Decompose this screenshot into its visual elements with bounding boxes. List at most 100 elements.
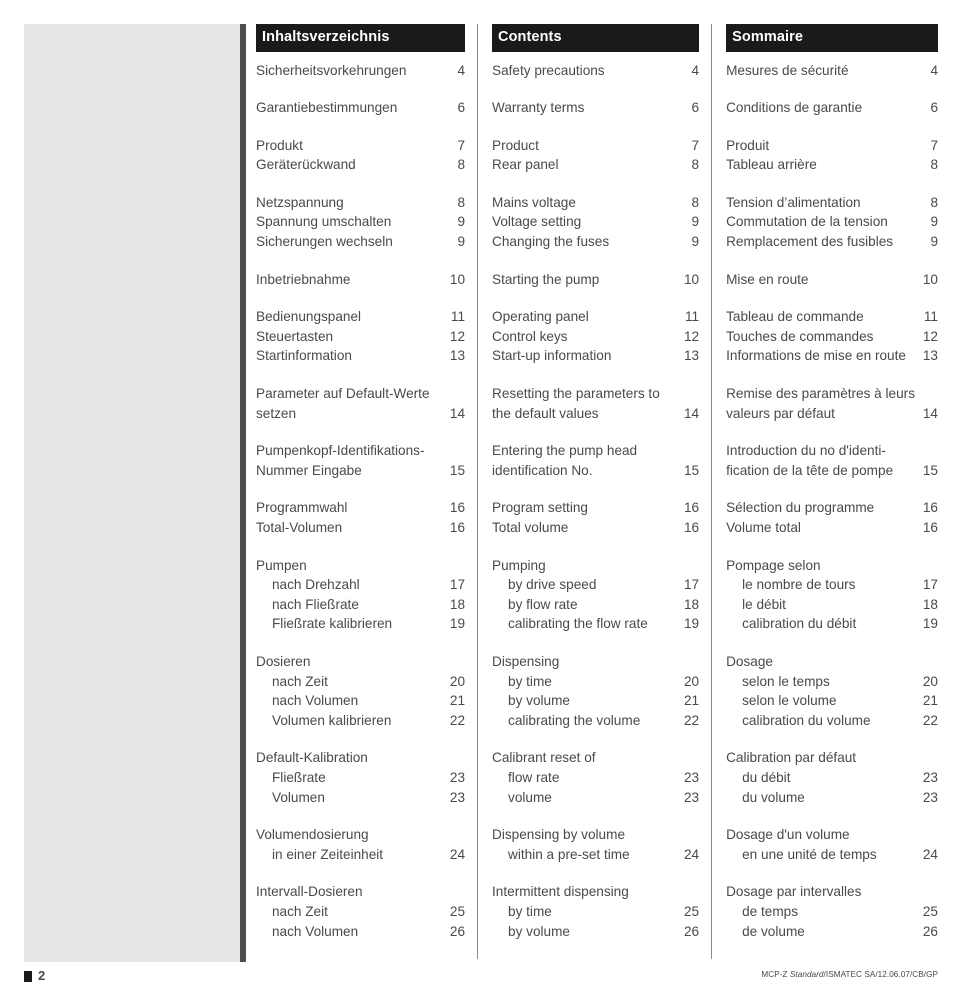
toc-entry[interactable]: Tableau de commande 11 (726, 307, 938, 327)
toc-entry[interactable]: the default values 14 (492, 404, 699, 424)
toc-entry[interactable]: nach Volumen 21 (256, 691, 465, 711)
toc-entry[interactable]: flow rate 23 (492, 768, 699, 788)
toc-entry[interactable]: Sicherheitsvorkehrungen 4 (256, 61, 465, 81)
toc-entry[interactable]: Operating panel 11 (492, 307, 699, 327)
toc-entry[interactable]: by volume 21 (492, 691, 699, 711)
toc-entry[interactable]: Fließrate 23 (256, 768, 465, 788)
toc-entry[interactable]: Resetting the parameters to (492, 384, 699, 404)
toc-entry[interactable]: Sicherungen wechseln 9 (256, 232, 465, 252)
toc-entry[interactable]: Informations de mise en route 13 (726, 346, 938, 366)
toc-entry[interactable]: Total volume 16 (492, 518, 699, 538)
toc-entry[interactable]: calibration du débit 19 (726, 614, 938, 634)
toc-entry[interactable]: Volumendosierung (256, 825, 465, 845)
toc-entry[interactable]: Total-Volumen 16 (256, 518, 465, 538)
toc-entry[interactable]: nach Zeit 20 (256, 672, 465, 692)
toc-entry[interactable]: le débit 18 (726, 595, 938, 615)
toc-entry[interactable]: Dosage (726, 652, 938, 672)
toc-entry[interactable]: du débit 23 (726, 768, 938, 788)
toc-entry[interactable]: volume 23 (492, 788, 699, 808)
toc-entry[interactable]: Default-Kalibration (256, 748, 465, 768)
toc-entry[interactable]: Conditions de garantie 6 (726, 98, 938, 118)
toc-entry[interactable]: in einer Zeiteinheit 24 (256, 845, 465, 865)
toc-entry[interactable]: Voltage setting 9 (492, 212, 699, 232)
toc-entry[interactable]: Safety precautions 4 (492, 61, 699, 81)
toc-entry[interactable]: Mains voltage 8 (492, 193, 699, 213)
toc-entry[interactable]: Nummer Eingabe 15 (256, 461, 465, 481)
toc-entry[interactable]: within a pre-set time 24 (492, 845, 699, 865)
toc-entry[interactable]: de volume 26 (726, 922, 938, 942)
toc-entry[interactable]: setzen 14 (256, 404, 465, 424)
toc-entry[interactable]: Dosage par intervalles (726, 882, 938, 902)
toc-entry[interactable]: Sélection du programme 16 (726, 498, 938, 518)
toc-entry[interactable]: identification No. 15 (492, 461, 699, 481)
toc-entry[interactable]: Dosieren (256, 652, 465, 672)
toc-entry[interactable]: Volumen 23 (256, 788, 465, 808)
toc-entry[interactable]: Produkt 7 (256, 136, 465, 156)
toc-entry[interactable]: selon le volume 21 (726, 691, 938, 711)
toc-entry[interactable]: Calibration par défaut (726, 748, 938, 768)
toc-entry[interactable]: by volume 26 (492, 922, 699, 942)
toc-entry[interactable]: Tension d’alimentation 8 (726, 193, 938, 213)
toc-entry[interactable]: Pumpenkopf-Identifikations- (256, 441, 465, 461)
toc-entry[interactable]: Volume total 16 (726, 518, 938, 538)
toc-entry[interactable]: nach Zeit 25 (256, 902, 465, 922)
toc-entry[interactable]: Starting the pump 10 (492, 270, 699, 290)
toc-entry[interactable]: by flow rate 18 (492, 595, 699, 615)
toc-entry[interactable]: Parameter auf Default-Werte (256, 384, 465, 404)
toc-entry[interactable]: Mise en route 10 (726, 270, 938, 290)
toc-entry[interactable]: Remise des paramètres à leurs (726, 384, 938, 404)
toc-entry[interactable]: by time 20 (492, 672, 699, 692)
toc-group: Calibration par défaut du débit 23 du volum… (726, 748, 938, 807)
toc-entry[interactable]: valeurs par défaut 14 (726, 404, 938, 424)
toc-entry[interactable]: Spannung umschalten 9 (256, 212, 465, 232)
toc-entry[interactable]: Program setting 16 (492, 498, 699, 518)
toc-entry[interactable]: Remplacement des fusibles 9 (726, 232, 938, 252)
toc-entry[interactable]: Fließrate kalibrieren 19 (256, 614, 465, 634)
toc-entry[interactable]: Calibrant reset of (492, 748, 699, 768)
toc-entry[interactable]: Mesures de sécurité 4 (726, 61, 938, 81)
toc-entry[interactable]: Rear panel 8 (492, 155, 699, 175)
toc-entry[interactable]: Introduction du no d'identi- (726, 441, 938, 461)
toc-entry[interactable]: en une unité de temps 24 (726, 845, 938, 865)
toc-entry[interactable]: Produit 7 (726, 136, 938, 156)
toc-entry[interactable]: selon le temps 20 (726, 672, 938, 692)
toc-entry[interactable]: nach Volumen 26 (256, 922, 465, 942)
toc-entry[interactable]: by time 25 (492, 902, 699, 922)
toc-entry[interactable]: Tableau arrière 8 (726, 155, 938, 175)
toc-entry[interactable]: Product 7 (492, 136, 699, 156)
toc-entry[interactable]: Commutation de la tension 9 (726, 212, 938, 232)
toc-entry[interactable]: Changing the fuses 9 (492, 232, 699, 252)
toc-entry[interactable]: de temps 25 (726, 902, 938, 922)
toc-entry[interactable]: Start-up information 13 (492, 346, 699, 366)
toc-entry[interactable]: Geräterückwand 8 (256, 155, 465, 175)
toc-entry[interactable]: Pumpen (256, 556, 465, 576)
toc-entry[interactable]: Pumping (492, 556, 699, 576)
toc-entry[interactable]: Steuertasten 12 (256, 327, 465, 347)
toc-entry[interactable]: du volume 23 (726, 788, 938, 808)
toc-entry[interactable]: Programmwahl 16 (256, 498, 465, 518)
toc-entry[interactable]: Dispensing (492, 652, 699, 672)
toc-entry[interactable]: Touches de commandes 12 (726, 327, 938, 347)
toc-entry[interactable]: Startinformation 13 (256, 346, 465, 366)
toc-entry[interactable]: nach Fließrate 18 (256, 595, 465, 615)
toc-entry[interactable]: Garantiebestimmungen 6 (256, 98, 465, 118)
toc-entry[interactable]: Volumen kalibrieren 22 (256, 711, 465, 731)
toc-entry[interactable]: fication de la tête de pompe 15 (726, 461, 938, 481)
toc-entry[interactable]: Netzspannung 8 (256, 193, 465, 213)
toc-entry[interactable]: calibrating the flow rate 19 (492, 614, 699, 634)
toc-entry[interactable]: Entering the pump head (492, 441, 699, 461)
toc-entry[interactable]: Inbetriebnahme 10 (256, 270, 465, 290)
toc-entry[interactable]: Intervall-Dosieren (256, 882, 465, 902)
toc-entry[interactable]: Bedienungspanel 11 (256, 307, 465, 327)
toc-entry[interactable]: by drive speed 17 (492, 575, 699, 595)
toc-entry[interactable]: Pompage selon (726, 556, 938, 576)
toc-entry[interactable]: Dosage d'un volume (726, 825, 938, 845)
toc-entry[interactable]: Warranty terms 6 (492, 98, 699, 118)
toc-entry[interactable]: le nombre de tours 17 (726, 575, 938, 595)
toc-entry[interactable]: nach Drehzahl 17 (256, 575, 465, 595)
toc-entry[interactable]: calibrating the volume 22 (492, 711, 699, 731)
toc-entry[interactable]: Intermittent dispensing (492, 882, 699, 902)
toc-entry[interactable]: Control keys 12 (492, 327, 699, 347)
toc-entry[interactable]: calibration du volume 22 (726, 711, 938, 731)
toc-entry[interactable]: Dispensing by volume (492, 825, 699, 845)
